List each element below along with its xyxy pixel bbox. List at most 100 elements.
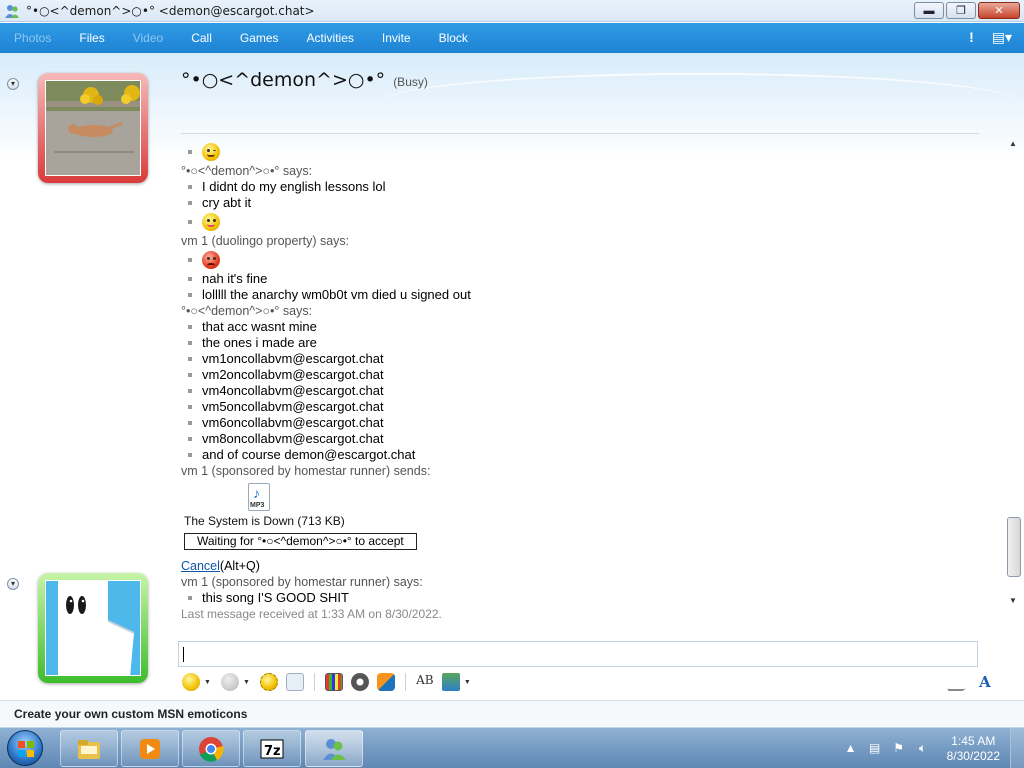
windows-logo-icon [18,741,34,757]
svg-text:7z: 7z [264,744,281,759]
mp3-file-icon[interactable]: ♪ MP3 [248,483,270,511]
message-bullet [188,357,192,361]
file-extension: MP3 [250,502,265,509]
font-icon[interactable]: AB [416,673,434,691]
chrome-icon [199,737,224,762]
message-text: I didnt do my english lessons lol [202,179,386,194]
transfer-status: Waiting for °•○<^demon^>○•° to accept [184,533,417,550]
menu-invite[interactable]: Invite [368,31,425,45]
message-text: vm1oncollabvm@escargot.chat [202,351,384,366]
voice-clip-icon[interactable] [285,673,304,691]
message-line: vm5oncollabvm@escargot.chat [181,399,1001,415]
message-line: nah it's fine [181,271,1001,287]
options-menu-icon[interactable]: ▤▾ [992,29,1012,46]
message-text: vm4oncollabvm@escargot.chat [202,383,384,398]
nudge-icon[interactable] [259,673,278,691]
handwriting-icon[interactable] [946,673,972,691]
sound-icon[interactable] [350,673,369,691]
alert-icon[interactable]: ! [969,29,974,46]
message-bullet [188,258,192,262]
compose-toolbar: ▼ ▼ AB ▼ A [178,669,1008,695]
message-bullet [188,150,192,154]
menu-activities[interactable]: Activities [293,31,368,45]
send-file-icon[interactable] [441,673,460,691]
message-text: vm8oncollabvm@escargot.chat [202,431,384,446]
tongue-out-emoticon-icon [202,213,220,231]
chevron-down-icon[interactable]: ▼ [243,679,250,686]
message-sender: °•○<^demon^>○•° says: [181,164,313,178]
close-button[interactable]: ✕ [978,2,1020,19]
menu-call[interactable]: Call [177,31,226,45]
folder-icon [78,740,100,759]
maximize-button[interactable]: ❐ [946,2,976,19]
chevron-down-icon[interactable]: ▼ [204,679,211,686]
contact-avatar-frame[interactable] [38,73,148,183]
message-bullet [188,453,192,457]
clock-date: 8/30/2022 [946,748,1000,763]
message-bullet [188,293,192,297]
message-bullet [188,421,192,425]
message-bullet [188,341,192,345]
minimize-icon: ▬ [923,4,935,17]
taskbar-media-player[interactable] [121,730,179,767]
maximize-icon: ❐ [956,5,966,17]
message-text: nah it's fine [202,271,268,286]
collapse-contact-picture-button[interactable]: ▾ [7,78,19,90]
message-text: vm6oncollabvm@escargot.chat [202,415,384,430]
taskbar-chrome[interactable] [182,730,240,767]
message-line [181,141,1001,163]
message-bullet [188,437,192,441]
volume-icon[interactable]: 🔈︎ [915,741,931,757]
message-line: lolllll the anarchy wm0b0t vm died u sig… [181,287,1001,303]
message-text: the ones i made are [202,335,317,350]
message-bullet [188,201,192,205]
message-bullet [188,389,192,393]
chat-history[interactable]: °•○<^demon^>○•° says: I didnt do my engl… [181,141,1001,633]
window-titlebar[interactable]: °•○<^demon^>○•° <demon@escargot.chat> ▬ … [0,0,1024,22]
chat-scrollbar[interactable]: ▲ ▼ [1006,139,1022,631]
window-title: °•○<^demon^>○•° <demon@escargot.chat> [26,3,315,18]
message-line: I didnt do my english lessons lol [181,179,1001,195]
menu-block[interactable]: Block [425,31,482,45]
message-sender: °•○<^demon^>○•° says: [181,304,313,318]
menu-photos: Photos [14,31,52,45]
collapse-my-picture-button[interactable]: ▾ [7,578,19,590]
cancel-transfer-link[interactable]: Cancel [181,559,220,573]
promo-link[interactable]: Create your own custom MSN emoticons [14,707,247,721]
backgrounds-icon[interactable] [324,673,343,691]
show-hidden-icons-icon[interactable]: ▲ [843,741,859,757]
action-center-icon[interactable]: ⚑ [891,741,907,757]
media-player-icon [140,739,160,759]
message-text: this song I'S GOOD SHIT [202,590,349,605]
taskbar-7zip[interactable]: 7z [243,730,301,767]
my-avatar-frame[interactable] [38,573,148,683]
message-text: cry abt it [202,195,252,210]
scroll-thumb[interactable] [1007,517,1021,577]
message-bullet [188,220,192,224]
message-line [181,211,1001,233]
text-format-icon[interactable]: A [976,673,994,691]
clock-time: 1:45 AM [951,733,996,748]
system-tray: ▲ ▤ ⚑ 🔈︎ 1:45 AM 8/30/2022 [839,728,1024,768]
file-transfer: ♪ MP3 The System is Down (713 KB) Waitin… [181,483,1001,551]
wink-picker-icon[interactable] [220,673,239,691]
network-icon[interactable]: ▤ [867,741,883,757]
games-icon[interactable] [376,673,395,691]
emoticon-picker-icon[interactable] [182,673,200,691]
message-line: vm8oncollabvm@escargot.chat [181,431,1001,447]
scroll-down-arrow-icon[interactable]: ▼ [1009,596,1017,605]
chevron-down-icon[interactable]: ▼ [464,679,471,686]
minimize-button[interactable]: ▬ [914,2,944,19]
scroll-up-arrow-icon[interactable]: ▲ [1009,139,1017,148]
menu-files[interactable]: Files [65,31,118,45]
show-desktop-button[interactable] [1010,728,1024,768]
message-bullet [188,185,192,189]
taskbar-messenger[interactable] [305,730,363,767]
message-bullet [188,373,192,377]
message-input[interactable] [178,641,978,667]
message-sender: vm 1 (sponsored by homestar runner) says… [181,575,423,589]
start-button[interactable] [7,730,43,766]
clock[interactable]: 1:45 AM 8/30/2022 [947,734,1000,764]
menu-games[interactable]: Games [226,31,293,45]
taskbar-explorer[interactable] [60,730,118,767]
